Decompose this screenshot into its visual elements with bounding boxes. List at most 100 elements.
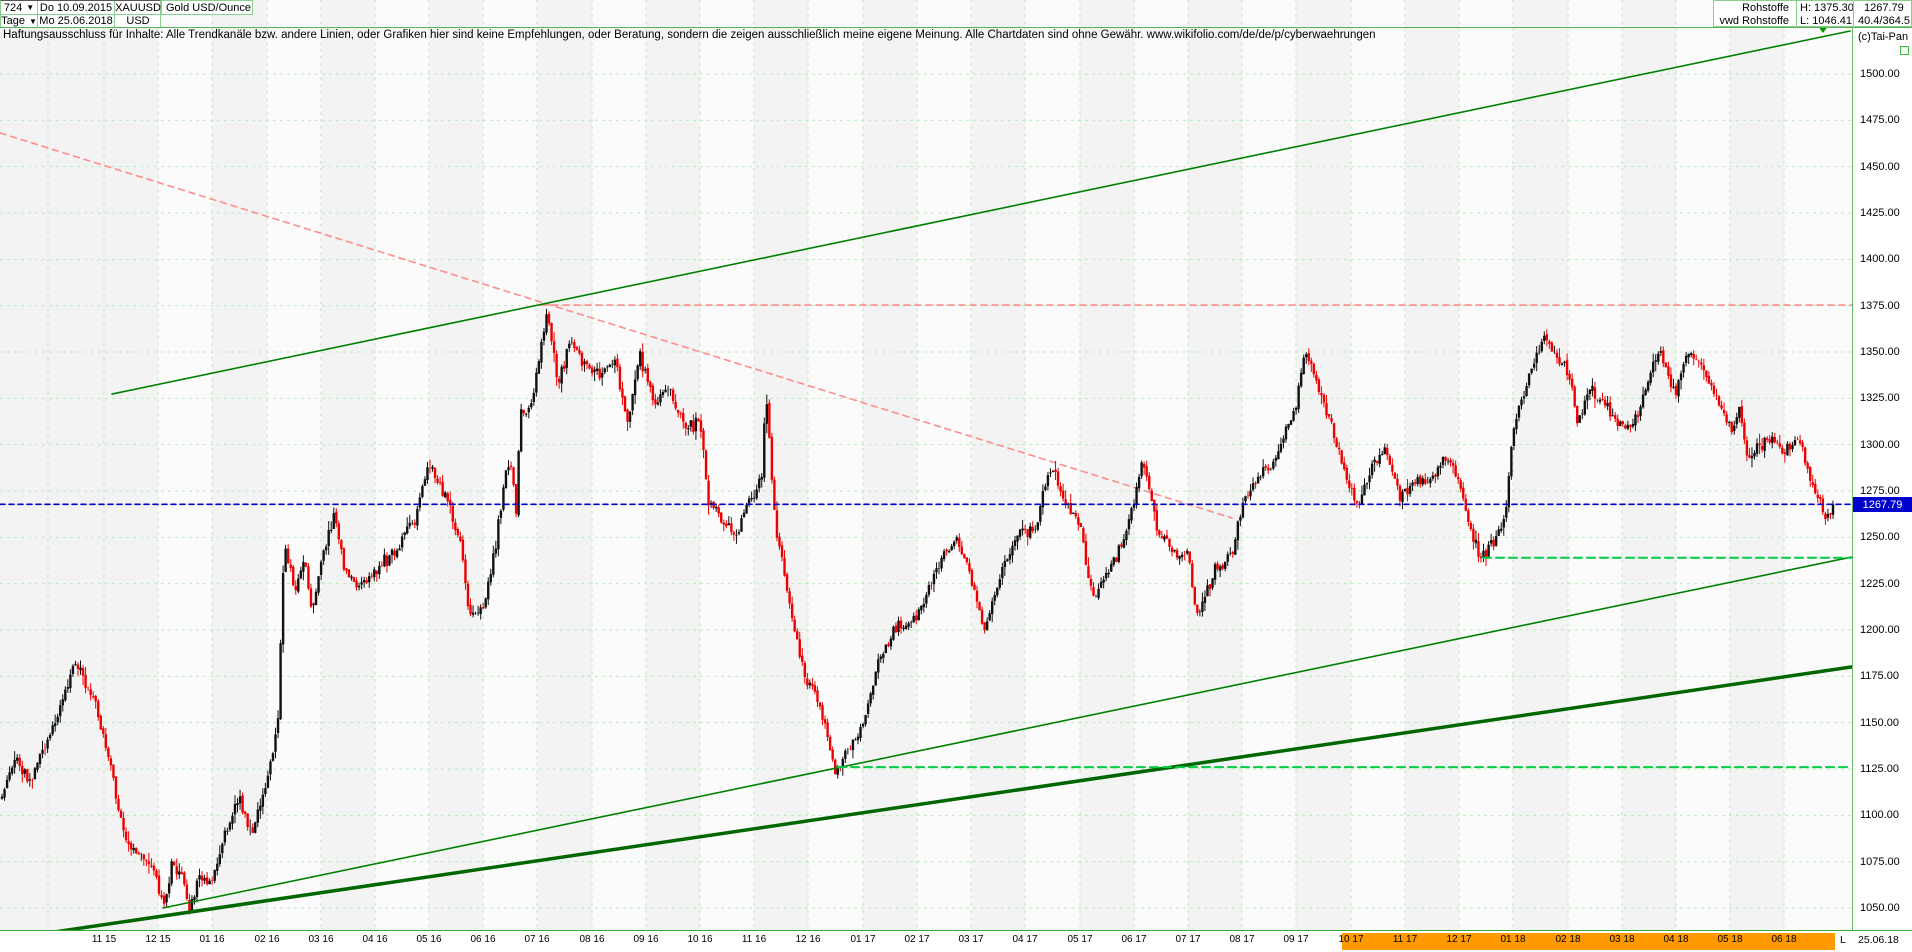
- price-axis[interactable]: 1500.001475.001450.001425.001400.001375.…: [1852, 27, 1912, 930]
- currency-cell: USD: [114, 14, 161, 27]
- date-axis-tick: 04 18: [1663, 934, 1688, 945]
- date-axis-tick: 03 17: [958, 934, 983, 945]
- date-axis-tick: 01 17: [850, 934, 875, 945]
- instrument-name: Gold USD/Ounce: [166, 2, 251, 14]
- price-axis-tick: 1475.00: [1860, 114, 1900, 126]
- month-band: [158, 0, 212, 930]
- month-band: [537, 0, 592, 930]
- last-date-label: 25.06.18: [1858, 934, 1899, 946]
- date-axis-tick: 06 16: [470, 934, 495, 945]
- price-axis-tick: 1450.00: [1860, 161, 1900, 173]
- date-axis-tick: 06 17: [1121, 934, 1146, 945]
- last-price-value: 1267.79: [1864, 1, 1904, 14]
- month-band: [1459, 0, 1513, 930]
- price-axis-tick: 1400.00: [1860, 253, 1900, 265]
- date-axis-tick: 12 17: [1446, 934, 1471, 945]
- date-axis-tick: 05 18: [1717, 934, 1742, 945]
- high-value: H: 1375.30: [1800, 1, 1854, 14]
- price-axis-tick: 1350.00: [1860, 346, 1900, 358]
- month-band: [212, 0, 267, 930]
- month-band: [267, 0, 321, 930]
- month-band: [592, 0, 646, 930]
- price-axis-tick: 1225.00: [1860, 578, 1900, 590]
- date-axis-tick: 04 16: [362, 934, 387, 945]
- price-axis-tick: 1325.00: [1860, 392, 1900, 404]
- price-axis-tick: 1275.00: [1860, 485, 1900, 497]
- date-from-value: Do 10.09.2015: [40, 2, 112, 14]
- symbol-cell: XAUUSD: [114, 1, 161, 14]
- price-axis-tick: 1125.00: [1860, 763, 1899, 775]
- quote-info-header: Rohstoffe vwd Rohstoffe H: 1375.30 L: 10…: [1713, 0, 1912, 27]
- date-to-cell: Mo 25.06.2018: [37, 14, 114, 27]
- date-from-cell: Do 10.09.2015: [37, 1, 114, 14]
- range-stat-value: 40.4/364.5: [1858, 14, 1910, 27]
- chevron-down-icon: ▼: [29, 17, 37, 26]
- date-axis-tick: 08 16: [579, 934, 604, 945]
- month-band: [1296, 0, 1351, 930]
- month-band: [1351, 0, 1405, 930]
- month-band: [1242, 0, 1296, 930]
- low-value: L: 1046.41: [1800, 14, 1852, 27]
- date-axis-tick: 03 16: [308, 934, 333, 945]
- month-band: [104, 0, 158, 930]
- date-axis-tick: 05 17: [1067, 934, 1092, 945]
- month-band: [1025, 0, 1080, 930]
- month-band: [1568, 0, 1622, 930]
- month-band: [754, 0, 808, 930]
- price-axis-tick: 1050.00: [1860, 902, 1900, 914]
- date-axis-tick: 11 16: [742, 934, 766, 945]
- month-band: [1622, 0, 1676, 930]
- price-axis-tick: 1150.00: [1860, 717, 1899, 729]
- symbol-value: XAUUSD: [115, 2, 161, 14]
- date-axis-tick: 01 18: [1500, 934, 1525, 945]
- chevron-down-icon: ▼: [26, 3, 34, 12]
- month-band: [1730, 0, 1784, 930]
- period-mode-value: Tage: [1, 15, 25, 27]
- price-axis-tick: 1425.00: [1860, 207, 1900, 219]
- date-to-value: Mo 25.06.2018: [39, 15, 112, 27]
- price-axis-tick: 1250.00: [1860, 531, 1900, 543]
- date-axis-tick: 02 18: [1555, 934, 1580, 945]
- date-axis-tick: 07 16: [524, 934, 549, 945]
- month-band: [429, 0, 483, 930]
- date-axis[interactable]: L 25.06.18 11 1512 1501 1602 1603 1604 1…: [0, 930, 1912, 952]
- month-band: [1513, 0, 1568, 930]
- price-axis-tick: 1075.00: [1860, 856, 1900, 868]
- month-band: [0, 0, 104, 930]
- date-axis-tick: 02 16: [254, 934, 279, 945]
- date-axis-tick: 09 17: [1283, 934, 1308, 945]
- disclaimer-text: Haftungsausschluss für Inhalte: Alle Tre…: [3, 29, 1376, 41]
- chart-application-window: 724▼ Do 10.09.2015 XAUUSD Tage▼ Mo 25.06…: [0, 0, 1912, 952]
- date-axis-tick: 11 17: [1393, 934, 1417, 945]
- divider: [1853, 1, 1854, 28]
- date-axis-tick: 02 17: [904, 934, 929, 945]
- currency-value: USD: [126, 15, 149, 27]
- date-axis-tick: 06 18: [1771, 934, 1796, 945]
- divider: [1796, 1, 1797, 28]
- price-axis-tick: 1200.00: [1860, 624, 1900, 636]
- category-label: Rohstoffe: [1742, 1, 1789, 14]
- date-axis-tick: 01 16: [199, 934, 224, 945]
- legend-toggle-icon[interactable]: [1900, 46, 1909, 55]
- bars-count-value: 724: [4, 2, 22, 14]
- month-band: [646, 0, 700, 930]
- last-price-badge: 1267.79: [1853, 497, 1912, 512]
- month-band: [375, 0, 429, 930]
- price-axis-tick: 1175.00: [1860, 670, 1899, 682]
- header-divider: [0, 27, 1912, 28]
- date-axis-tick: 10 16: [687, 934, 712, 945]
- provider-label: vwd Rohstoffe: [1719, 14, 1789, 27]
- price-chart-canvas[interactable]: [0, 0, 1912, 952]
- price-axis-tick: 1100.00: [1860, 809, 1899, 821]
- instrument-name-label: Gold USD/Ounce: [161, 0, 253, 15]
- date-axis-tick: 07 17: [1175, 934, 1200, 945]
- bars-count-dropdown[interactable]: 724 ▼: [1, 1, 37, 14]
- month-band: [1188, 0, 1242, 930]
- date-axis-tick: 08 17: [1229, 934, 1254, 945]
- period-mode-dropdown[interactable]: Tage ▼: [1, 14, 37, 27]
- copyright-label: (c)Tai-Pan: [1858, 31, 1908, 43]
- session-low-marker: L: [1840, 934, 1846, 946]
- date-axis-tick: 04 17: [1012, 934, 1037, 945]
- date-axis-tick: 09 16: [633, 934, 658, 945]
- month-band: [1080, 0, 1134, 930]
